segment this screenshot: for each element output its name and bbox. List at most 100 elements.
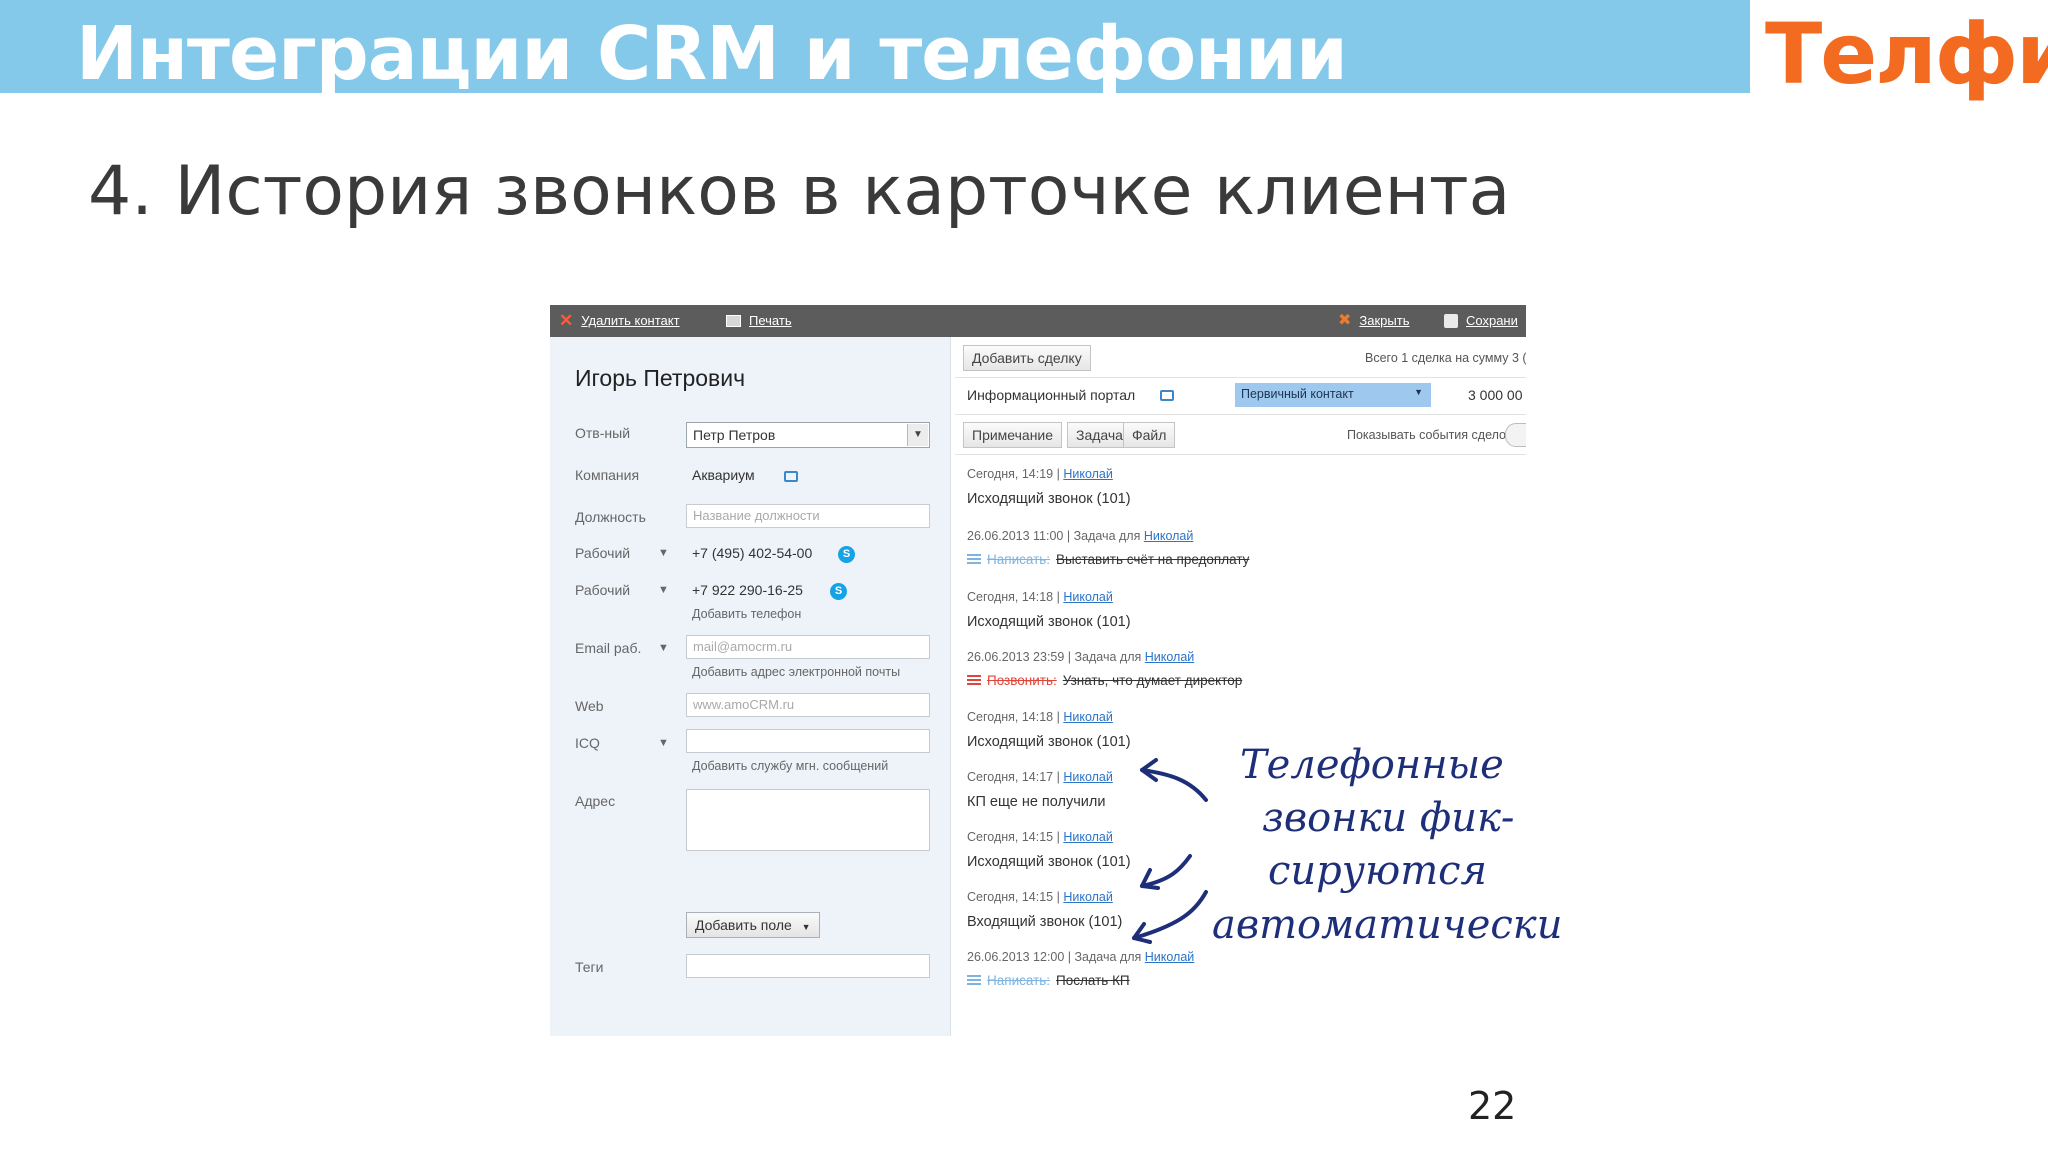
address-textarea[interactable] [686,789,930,851]
event-text: Исходящий звонок (101) [967,854,1131,870]
slide-subtitle: 4. История звонков в карточке клиента [88,152,1511,231]
task-verb: Позвонить: [987,673,1057,688]
deal-name[interactable]: Информационный портал [967,387,1135,403]
event-text: Входящий звонок (101) [967,914,1123,930]
deal-status-select[interactable]: Первичный контакт ▼ [1235,383,1431,407]
save-button[interactable]: Сохрани [1444,313,1518,328]
skype-icon[interactable]: S [830,583,847,600]
web-input[interactable]: www.amoCRM.ru [686,693,930,717]
task-list-icon [967,553,981,566]
save-label: Сохрани [1466,313,1518,328]
close-button[interactable]: ✖ Закрыть [1338,311,1410,329]
deal-status-value: Первичный контакт [1241,387,1354,401]
task-item[interactable]: Написать: Выставить счёт на предоплату [967,552,1249,567]
delete-contact-button[interactable]: ✕ Удалить контакт [559,310,680,330]
task-verb: Написать: [987,552,1051,567]
position-input[interactable]: Название должности [686,504,930,528]
web-label: Web [575,698,604,714]
close-label: Закрыть [1359,313,1410,328]
contact-name[interactable]: Игорь Петрович [575,365,745,392]
task-list-icon [967,974,981,987]
open-deal-icon[interactable] [1160,390,1174,401]
add-email-link[interactable]: Добавить адрес электронной почты [692,665,900,679]
task-body: Послать КП [1056,973,1130,988]
address-label: Адрес [575,793,616,809]
responsible-label: Отв-ный [575,425,631,441]
chevron-down-icon: ▼ [801,922,811,932]
divider [955,414,1526,415]
print-label: Печать [749,313,792,328]
user-link[interactable]: Николай [1063,467,1113,481]
show-deal-events-label: Показывать события сделок [1347,428,1512,442]
delete-contact-label: Удалить контакт [581,313,680,328]
user-link[interactable]: Николай [1145,650,1195,664]
task-list-icon [967,674,981,687]
user-link[interactable]: Николай [1063,890,1113,904]
email-label: Email раб. [575,640,642,656]
event-text: КП еще не получили [967,794,1106,810]
event-meta: Сегодня, 14:19 | Николай [967,467,1113,481]
event-meta: Сегодня, 14:17 | Николай [967,770,1113,784]
user-link[interactable]: Николай [1063,590,1113,604]
work-phone-1-label: Рабочий [575,545,631,561]
telfin-logo: Телфин [1765,5,2048,103]
divider [955,377,1526,378]
note-tab[interactable]: Примечание [963,422,1063,448]
company-value[interactable]: Аквариум [692,467,755,483]
task-verb: Написать: [987,973,1051,988]
annotation-line-2: звонки фик- [1262,795,1515,841]
icq-input[interactable] [686,729,930,753]
phone-type-1-dropdown[interactable]: ▼ [658,547,669,559]
user-link[interactable]: Николай [1063,830,1113,844]
tags-input[interactable] [686,954,930,978]
slide-title: Интеграции CRM и телефонии [76,11,1348,97]
annotation-line-1: Телефонные [1240,742,1504,788]
event-text: Исходящий звонок (101) [967,491,1131,507]
im-type-dropdown[interactable]: ▼ [658,737,669,749]
task-body: Выставить счёт на предоплату [1056,552,1250,567]
deals-summary: Всего 1 сделка на сумму 3 ( [1365,351,1526,365]
event-text: Исходящий звонок (101) [967,614,1131,630]
phone-type-2-dropdown[interactable]: ▼ [658,584,669,596]
show-events-toggle[interactable] [1505,423,1526,447]
user-link[interactable]: Николай [1144,529,1194,543]
open-company-icon[interactable] [784,471,798,482]
work-phone-2[interactable]: +7 922 290-16-25 [692,582,803,598]
add-phone-link[interactable]: Добавить телефон [692,607,801,621]
annotation-line-3: сируются [1268,848,1488,894]
event-meta: 26.06.2013 11:00 | Задача для Николай [967,529,1194,543]
add-im-link[interactable]: Добавить службу мгн. сообщений [692,759,888,773]
delete-icon: ✕ [559,310,574,330]
add-field-button[interactable]: Добавить поле ▼ [686,912,820,938]
user-link[interactable]: Николай [1063,770,1113,784]
work-phone-1[interactable]: +7 (495) 402-54-00 [692,545,812,561]
arrow-icon [1132,890,1208,940]
user-link[interactable]: Николай [1063,710,1113,724]
event-meta: Сегодня, 14:18 | Николай [967,590,1113,604]
add-deal-button[interactable]: Добавить сделку [963,345,1091,371]
chevron-down-icon: ▼ [1414,387,1423,397]
email-input[interactable]: mail@amocrm.ru [686,635,930,659]
contact-toolbar: ✕ Удалить контакт Печать ✖ Закрыть Сохра… [550,305,1526,337]
print-button[interactable]: Печать [726,313,792,328]
event-meta: 26.06.2013 23:59 | Задача для Николай [967,650,1195,664]
email-type-dropdown[interactable]: ▼ [658,642,669,654]
task-body: Узнать, что думает директор [1062,673,1243,688]
divider [955,454,1526,455]
title-banner: Интеграции CRM и телефонии [0,0,1750,97]
task-item[interactable]: Позвонить: Узнать, что думает директор [967,673,1242,688]
responsible-value: Петр Петров [693,427,776,443]
skype-icon[interactable]: S [838,546,855,563]
event-meta: Сегодня, 14:18 | Николай [967,710,1113,724]
file-tab[interactable]: Файл [1123,422,1176,448]
work-phone-2-label: Рабочий [575,582,631,598]
save-icon [1444,313,1458,328]
event-text: Исходящий звонок (101) [967,734,1131,750]
responsible-select[interactable]: Петр Петров ▼ [686,422,930,448]
annotation-arrows [1132,758,1208,944]
company-label: Компания [575,467,640,483]
annotation-line-4: автоматически [1212,902,1563,948]
close-icon: ✖ [1338,311,1352,329]
tags-label: Теги [575,959,604,975]
task-item[interactable]: Написать: Послать КП [967,973,1130,988]
